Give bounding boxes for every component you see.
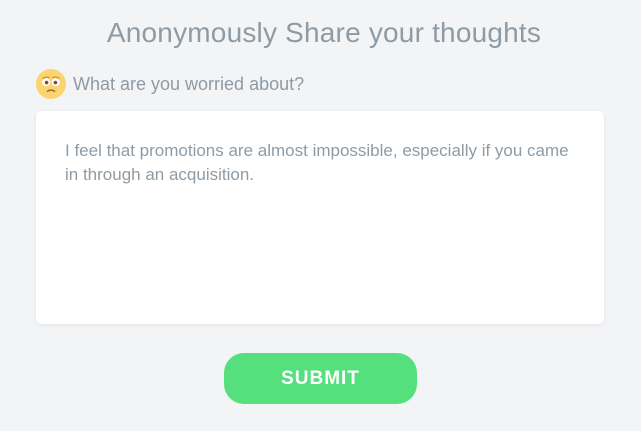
thoughts-textarea[interactable]: I feel that promotions are almost imposs… <box>36 111 604 324</box>
share-thoughts-form: Anonymously Share your thoughts What are… <box>0 0 641 431</box>
page-title: Anonymously Share your thoughts <box>106 17 542 48</box>
worried-face-icon <box>36 69 66 99</box>
question-label: What are you worried about? <box>73 73 305 94</box>
submit-button[interactable]: SUBMIT <box>224 353 417 404</box>
question-row: What are you worried about? <box>36 69 304 99</box>
